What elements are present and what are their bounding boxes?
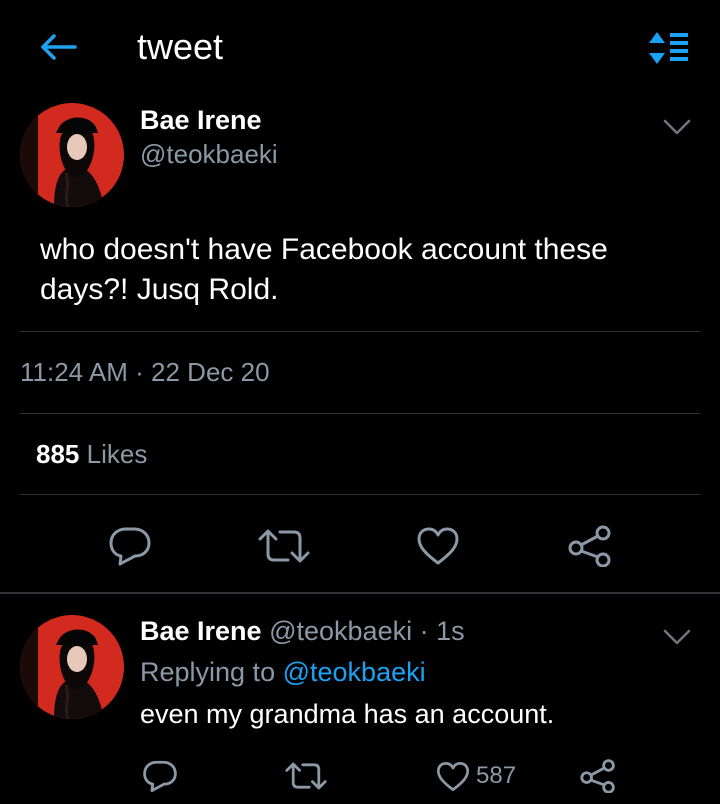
tweet-detail-screen: tweet Bae Irene @teokbaeki who doesn't h… xyxy=(0,0,720,804)
like-icon xyxy=(436,761,470,791)
arrow-left-icon xyxy=(41,34,77,60)
author-name[interactable]: Bae Irene xyxy=(140,104,262,136)
retweet-icon xyxy=(258,529,310,563)
back-button[interactable] xyxy=(36,30,80,64)
divider xyxy=(20,331,700,332)
reply-retweet-button[interactable] xyxy=(284,758,328,794)
replying-to-mention[interactable]: @teokbaeki xyxy=(283,657,426,687)
like-icon xyxy=(417,527,459,565)
author-handle[interactable]: @teokbaeki xyxy=(140,138,278,170)
chevron-down-icon xyxy=(663,629,691,645)
reply-time: · 1s xyxy=(419,616,465,646)
divider xyxy=(20,413,700,414)
reply-options-button[interactable] xyxy=(662,628,692,646)
reply-icon xyxy=(143,760,177,792)
reply-like-button[interactable]: 587 xyxy=(436,758,526,794)
sort-list-icon xyxy=(649,32,688,64)
reply-header: Bae Irene @teokbaeki · 1s xyxy=(140,614,465,648)
likes-count: 885 xyxy=(36,439,80,469)
share-button[interactable] xyxy=(566,522,614,570)
page-title: tweet xyxy=(137,26,224,67)
tweet-options-button[interactable] xyxy=(662,118,692,136)
reply-icon xyxy=(109,527,151,566)
sort-button[interactable] xyxy=(644,30,692,66)
reply-author-name[interactable]: Bae Irene xyxy=(140,616,262,646)
reply-text: even my grandma has an account. xyxy=(140,699,555,729)
replying-to-line: Replying to @teokbaeki xyxy=(140,655,426,689)
profile-photo xyxy=(20,615,124,719)
reply-reply-button[interactable] xyxy=(140,758,180,794)
retweet-button[interactable] xyxy=(258,524,310,568)
tweet-timestamp: 11:24 AM · 22 Dec 20 xyxy=(20,357,270,387)
likes-label: Likes xyxy=(86,439,148,469)
replying-to-label: Replying to xyxy=(140,657,276,687)
profile-photo xyxy=(20,103,124,207)
reply-share-button[interactable] xyxy=(578,758,618,794)
top-bar: tweet xyxy=(0,0,720,96)
retweet-icon xyxy=(285,762,327,790)
reply-like-count: 587 xyxy=(476,762,517,789)
avatar[interactable] xyxy=(20,103,124,207)
reply-avatar[interactable] xyxy=(20,615,124,719)
chevron-down-icon xyxy=(663,119,691,135)
share-icon xyxy=(568,525,611,567)
like-button[interactable] xyxy=(414,522,462,570)
likes-summary[interactable]: 885 Likes xyxy=(36,438,147,470)
reply-author-handle[interactable]: @teokbaeki xyxy=(269,616,412,646)
divider xyxy=(20,494,700,495)
section-divider xyxy=(0,592,720,594)
share-icon xyxy=(580,759,615,793)
tweet-text: who doesn't have Facebook account these … xyxy=(40,233,608,306)
reply-button[interactable] xyxy=(106,522,154,570)
